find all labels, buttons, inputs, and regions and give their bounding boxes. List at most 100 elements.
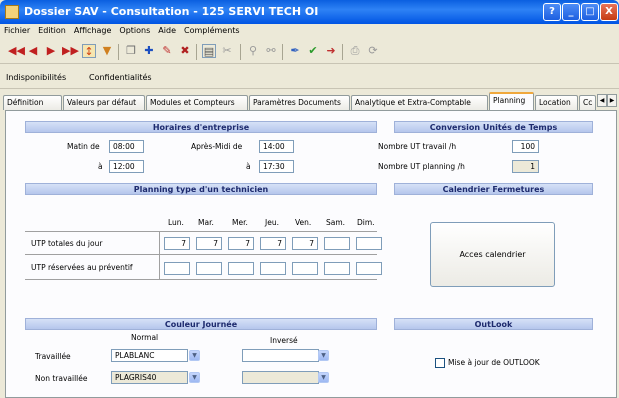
close-button[interactable]: X xyxy=(600,3,618,21)
utp-totales-dim[interactable] xyxy=(356,237,382,250)
next-record-icon[interactable]: ▶ xyxy=(44,44,58,58)
tab-analytique[interactable]: Analytique et Extra-Comptable xyxy=(351,95,488,110)
utp-preventif-lun[interactable] xyxy=(164,262,190,275)
menu-fichier[interactable]: Fichier xyxy=(0,24,34,35)
utp-preventif-mer[interactable] xyxy=(228,262,254,275)
print-icon[interactable]: ⎙ xyxy=(348,44,362,58)
tab-cc[interactable]: Cc xyxy=(579,95,596,110)
delete-icon[interactable]: ✖ xyxy=(178,44,192,58)
utp-totales-mer[interactable]: 7 xyxy=(228,237,254,250)
sort-icon[interactable]: ↕ xyxy=(82,44,96,58)
menu-options[interactable]: Options xyxy=(115,24,154,35)
planning-panel: Horaires d'entreprise Matin de 08:00 à 1… xyxy=(5,110,617,398)
tab-valeurs-par-defaut[interactable]: Valeurs par défaut xyxy=(63,95,145,110)
utp-totales-jeu[interactable]: 7 xyxy=(260,237,286,250)
confidentialites-button[interactable]: Confidentialités xyxy=(89,73,152,82)
travaillee-normal-select[interactable]: PLABLANC xyxy=(111,349,188,362)
tab-modules-compteurs[interactable]: Modules et Compteurs xyxy=(146,95,248,110)
chevron-down-icon[interactable]: ▼ xyxy=(189,372,200,383)
tab-definition[interactable]: Définition xyxy=(3,95,62,110)
utp-totales-sam[interactable] xyxy=(324,237,350,250)
acces-calendrier-button[interactable]: Acces calendrier xyxy=(430,222,555,287)
apres-midi-a-label: à xyxy=(246,162,251,171)
help-button[interactable]: ? xyxy=(543,3,561,21)
tool-icon[interactable]: ✒ xyxy=(288,44,302,58)
indisponibilites-button[interactable]: Indisponibilités xyxy=(6,73,66,82)
search-icon[interactable]: ⚲ xyxy=(246,44,260,58)
utp-totales-ven[interactable]: 7 xyxy=(292,237,318,250)
filter-icon[interactable]: ▼ xyxy=(100,44,114,58)
toolbar: ◀◀ ◀ ▶ ▶▶ ↕ ▼ ❐ ✚ ✎ ✖ ▤ ✂ ⚲ ⚯ ✒ ✔ ➜ ⎙ ⟳ xyxy=(0,40,619,64)
previous-record-icon[interactable]: ◀ xyxy=(26,44,40,58)
day-header-dim: Dim. xyxy=(357,218,375,227)
chevron-down-icon[interactable]: ▼ xyxy=(189,350,200,361)
utp-totales-mar[interactable]: 7 xyxy=(196,237,222,250)
utp-totales-label: UTP totales du jour xyxy=(31,239,103,248)
grid-line xyxy=(25,279,377,280)
day-header-lun: Lun. xyxy=(168,218,184,227)
minimize-button[interactable]: _ xyxy=(562,3,580,21)
first-record-icon[interactable]: ◀◀ xyxy=(8,44,25,58)
attach-icon[interactable]: ✂ xyxy=(220,44,234,58)
couleur-journee-header: Couleur Journée xyxy=(25,318,377,330)
validate-icon[interactable]: ✔ xyxy=(306,44,320,58)
history-icon[interactable]: ⟳ xyxy=(366,44,380,58)
non-travaillee-normal-select[interactable]: PLAGRIS40 xyxy=(111,371,188,384)
utp-totales-lun[interactable]: 7 xyxy=(164,237,190,250)
day-header-mar: Mar. xyxy=(198,218,214,227)
edit-icon[interactable]: ✎ xyxy=(160,44,174,58)
normal-column-label: Normal xyxy=(131,333,159,342)
inverse-column-label: Inversé xyxy=(270,336,298,345)
maximize-button[interactable]: □ xyxy=(581,3,599,21)
apres-midi-label: Après-Midi de xyxy=(191,142,243,151)
chevron-down-icon[interactable]: ▼ xyxy=(318,372,329,383)
planning-type-header: Planning type d'un technicien xyxy=(25,183,377,195)
travaillee-label: Travaillée xyxy=(35,352,71,361)
tab-location[interactable]: Location xyxy=(535,95,578,110)
matin-label: Matin de xyxy=(67,142,100,151)
matin-de-field[interactable]: 08:00 xyxy=(109,140,144,153)
add-icon[interactable]: ✚ xyxy=(142,44,156,58)
sub-toolbar: Indisponibilités Confidentialités xyxy=(0,66,619,89)
outlook-checkbox-label: Mise à jour de OUTLOOK xyxy=(448,358,540,367)
toolbar-separator xyxy=(196,44,197,60)
tab-scroll-left-icon[interactable]: ◀ xyxy=(597,94,607,107)
grid-line xyxy=(159,231,160,279)
toolbar-separator xyxy=(342,44,343,60)
utp-preventif-dim[interactable] xyxy=(356,262,382,275)
travaillee-inverse-select[interactable] xyxy=(242,349,319,362)
utp-preventif-mar[interactable] xyxy=(196,262,222,275)
utp-preventif-ven[interactable] xyxy=(292,262,318,275)
copy-icon[interactable]: ❐ xyxy=(124,44,138,58)
toolbar-separator xyxy=(282,44,283,60)
last-record-icon[interactable]: ▶▶ xyxy=(62,44,79,58)
apres-midi-a-field[interactable]: 17:30 xyxy=(259,160,294,173)
tab-parametres-documents[interactable]: Paramètres Documents xyxy=(249,95,350,110)
day-header-ven: Ven. xyxy=(295,218,312,227)
utp-reservees-label: UTP réservées au préventif xyxy=(31,263,133,272)
title-bar: Dossier SAV - Consultation - 125 SERVI T… xyxy=(0,0,619,24)
menu-edition[interactable]: Edition xyxy=(34,24,70,35)
binoculars-icon[interactable]: ⚯ xyxy=(264,44,278,58)
menu-affichage[interactable]: Affichage xyxy=(70,24,116,35)
ut-planning-field[interactable]: 1 xyxy=(512,160,539,173)
chevron-down-icon[interactable]: ▼ xyxy=(318,350,329,361)
window-title: Dossier SAV - Consultation - 125 SERVI T… xyxy=(24,5,319,18)
utp-preventif-jeu[interactable] xyxy=(260,262,286,275)
pointer-icon[interactable]: ➜ xyxy=(324,44,338,58)
outlook-checkbox[interactable] xyxy=(435,358,445,368)
utp-preventif-sam[interactable] xyxy=(324,262,350,275)
apres-midi-de-field[interactable]: 14:00 xyxy=(259,140,294,153)
tab-scroll-right-icon[interactable]: ▶ xyxy=(607,94,617,107)
outlook-header: OutLook xyxy=(394,318,593,330)
tab-planning[interactable]: Planning xyxy=(489,92,534,110)
app-icon xyxy=(5,5,19,19)
menu-complements[interactable]: Compléments xyxy=(180,24,244,35)
non-travaillee-label: Non travaillée xyxy=(35,374,88,383)
matin-a-field[interactable]: 12:00 xyxy=(109,160,144,173)
document-icon[interactable]: ▤ xyxy=(202,44,216,58)
ut-planning-label: Nombre UT planning /h xyxy=(378,162,465,171)
menu-aide[interactable]: Aide xyxy=(154,24,180,35)
non-travaillee-inverse-select[interactable] xyxy=(242,371,319,384)
ut-travail-field[interactable]: 100 xyxy=(512,140,539,153)
